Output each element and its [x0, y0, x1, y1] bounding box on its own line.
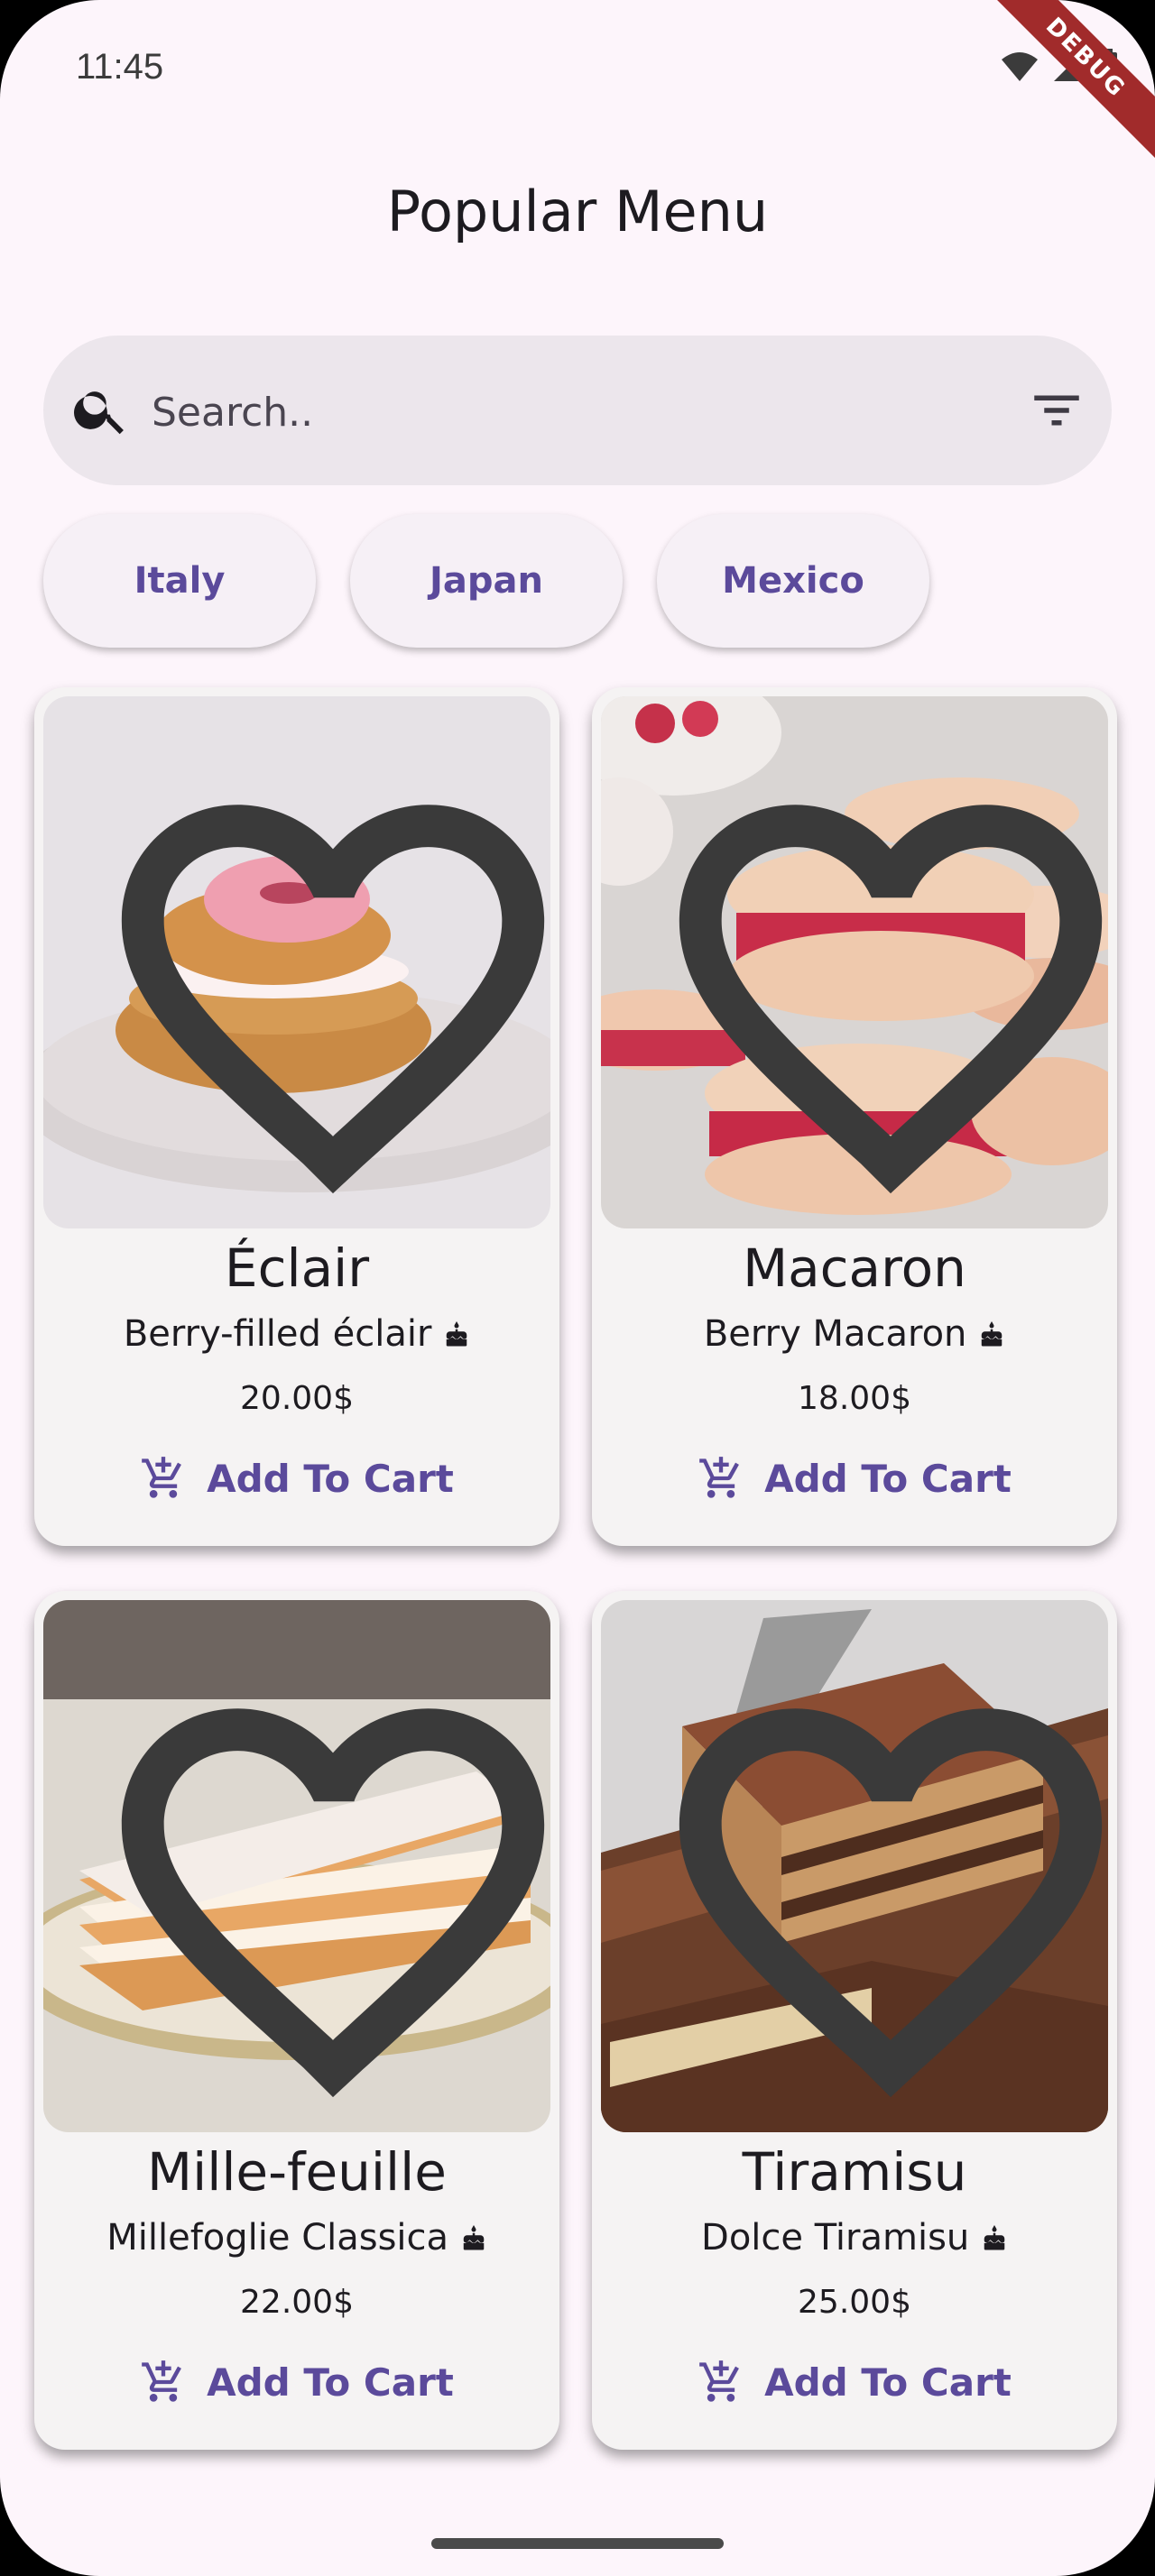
home-indicator[interactable]	[431, 2538, 724, 2549]
heart-outline-icon[interactable]	[637, 729, 1108, 1228]
heart-outline-icon[interactable]	[637, 1633, 1108, 2132]
wifi-icon	[1002, 52, 1038, 81]
status-time: 11:45	[76, 47, 164, 87]
cake-icon	[446, 1321, 467, 1347]
add-to-cart-label: Add To Cart	[207, 2360, 454, 2405]
product-card[interactable]: Éclair Berry-filled éclair 20.00$ Add To…	[34, 687, 559, 1546]
add-to-cart-label: Add To Cart	[207, 1456, 454, 1501]
add-shopping-cart-icon	[699, 2360, 740, 2402]
add-to-cart-button[interactable]: Add To Cart	[691, 1445, 1018, 1512]
search-bar[interactable]	[43, 336, 1112, 485]
product-image	[43, 1600, 550, 2132]
add-shopping-cart-icon	[142, 2360, 182, 2402]
add-to-cart-button[interactable]: Add To Cart	[691, 2349, 1018, 2415]
product-card[interactable]: Macaron Berry Macaron 18.00$ Add To Cart	[592, 687, 1117, 1546]
page-title: Popular Menu	[386, 179, 769, 244]
product-name: Mille-feuille	[147, 2141, 447, 2203]
add-to-cart-button[interactable]: Add To Cart	[134, 2349, 460, 2415]
product-description-text: Dolce Tiramisu	[701, 2217, 970, 2259]
chip-mexico[interactable]: Mexico	[657, 514, 929, 648]
product-description-text: Berry Macaron	[703, 1313, 967, 1355]
product-price: 25.00$	[798, 2284, 911, 2321]
add-to-cart-label: Add To Cart	[764, 1456, 1012, 1501]
product-description: Berry Macaron	[592, 1313, 1117, 1355]
product-description: Millefoglie Classica	[34, 2217, 559, 2259]
debug-ribbon: DEBUG	[965, 0, 1155, 179]
add-shopping-cart-icon	[142, 1457, 182, 1498]
product-price: 18.00$	[798, 1380, 911, 1417]
chip-japan[interactable]: Japan	[350, 514, 623, 648]
product-description-text: Berry-filled éclair	[123, 1313, 432, 1355]
product-name: Éclair	[224, 1237, 370, 1299]
product-price: 22.00$	[240, 2284, 354, 2321]
product-name: Tiramisu	[742, 2141, 967, 2203]
product-description: Berry-filled éclair	[34, 1313, 559, 1355]
product-image	[601, 1600, 1108, 2132]
cake-icon	[984, 2225, 1005, 2250]
app-screen: 11:45 DEBUG Popular Menu Italy Japan Mex…	[0, 0, 1155, 2576]
product-description: Dolce Tiramisu	[592, 2217, 1117, 2259]
cake-icon	[463, 2225, 485, 2250]
heart-outline-icon[interactable]	[79, 729, 550, 1228]
product-card[interactable]: Mille-feuille Millefoglie Classica 22.00…	[34, 1591, 559, 2450]
chip-italy[interactable]: Italy	[43, 514, 316, 648]
add-to-cart-label: Add To Cart	[764, 2360, 1012, 2405]
product-name: Macaron	[743, 1237, 966, 1299]
filter-icon[interactable]	[1027, 381, 1086, 440]
add-shopping-cart-icon	[699, 1457, 740, 1498]
product-image	[601, 696, 1108, 1228]
product-image	[43, 696, 550, 1228]
product-card[interactable]: Tiramisu Dolce Tiramisu 25.00$ Add To Ca…	[592, 1591, 1117, 2450]
cake-icon	[981, 1321, 1003, 1347]
search-icon[interactable]	[70, 379, 132, 440]
heart-outline-icon[interactable]	[79, 1633, 550, 2132]
search-input[interactable]	[150, 379, 966, 446]
product-price: 20.00$	[240, 1380, 354, 1417]
add-to-cart-button[interactable]: Add To Cart	[134, 1445, 460, 1512]
product-description-text: Millefoglie Classica	[106, 2217, 449, 2259]
category-chips: Italy Japan Mexico	[43, 514, 929, 648]
